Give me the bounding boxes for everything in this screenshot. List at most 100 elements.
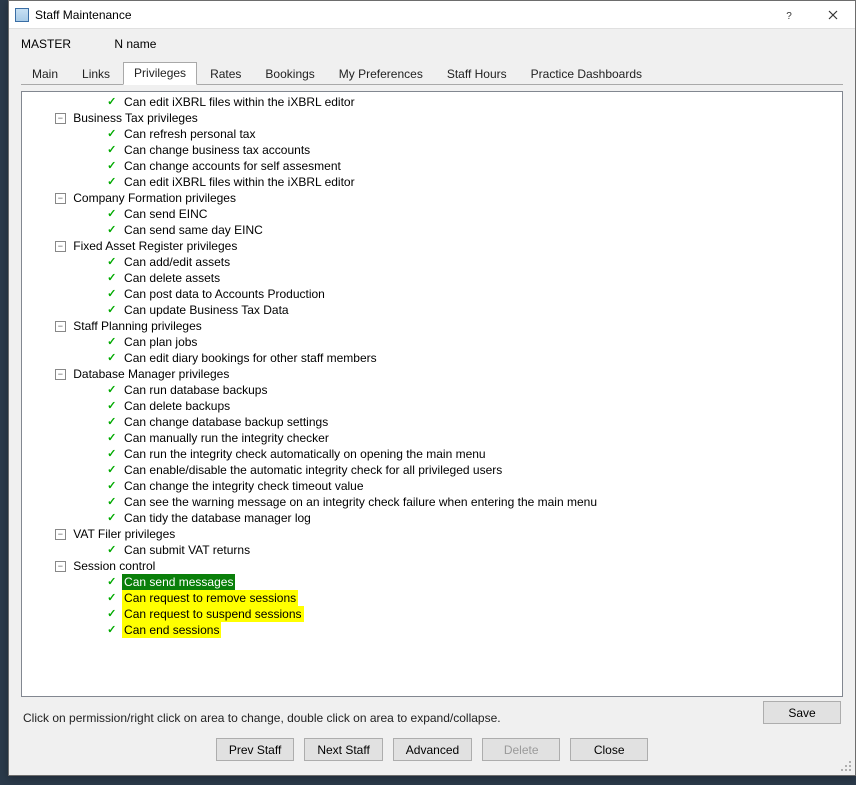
tree-item-label: Can change database backup settings xyxy=(122,414,330,430)
titlebar: Staff Maintenance ? xyxy=(9,1,855,29)
tree-group-label: VAT Filer privileges xyxy=(71,526,177,542)
tab-privileges[interactable]: Privileges xyxy=(123,62,197,85)
check-icon: ✓ xyxy=(105,94,119,110)
save-button[interactable]: Save xyxy=(763,701,841,724)
tree-item[interactable]: ✓ Can edit diary bookings for other staf… xyxy=(22,350,842,366)
tree-item[interactable]: ✓ Can tidy the database manager log xyxy=(22,510,842,526)
check-icon: ✓ xyxy=(105,574,119,590)
close-window-button[interactable] xyxy=(811,1,855,29)
tree-group-label: Company Formation privileges xyxy=(71,190,238,206)
tree-item-label: Can tidy the database manager log xyxy=(122,510,313,526)
tree-item[interactable]: ✓ Can enable/disable the automatic integ… xyxy=(22,462,842,478)
privilege-tree[interactable]: ✓ Can edit iXBRL files within the iXBRL … xyxy=(22,92,842,696)
tree-item[interactable]: ✓ Can change database backup settings xyxy=(22,414,842,430)
staff-info-row: MASTER N name xyxy=(9,29,855,55)
tree-group[interactable]: − Fixed Asset Register privileges xyxy=(22,238,842,254)
tree-group[interactable]: − Session control xyxy=(22,558,842,574)
tree-item[interactable]: ✓ Can change the integrity check timeout… xyxy=(22,478,842,494)
button-row: Prev Staff Next Staff Advanced Delete Cl… xyxy=(9,730,855,775)
hint-text: Click on permission/right click on area … xyxy=(9,705,749,727)
tree-item[interactable]: ✓ Can submit VAT returns xyxy=(22,542,842,558)
tree-item-label: Can send EINC xyxy=(122,206,209,222)
close-button[interactable]: Close xyxy=(570,738,648,761)
check-icon: ✓ xyxy=(105,174,119,190)
tab-my-preferences[interactable]: My Preferences xyxy=(328,63,434,85)
check-icon: ✓ xyxy=(105,590,119,606)
check-icon: ✓ xyxy=(105,606,119,622)
tree-item[interactable]: ✓ Can edit iXBRL files within the iXBRL … xyxy=(22,174,842,190)
tree-item-label: Can see the warning message on an integr… xyxy=(122,494,599,510)
tree-item[interactable]: ✓ Can change accounts for self assesment xyxy=(22,158,842,174)
check-icon: ✓ xyxy=(105,334,119,350)
collapse-icon[interactable]: − xyxy=(55,193,66,204)
tree-group-label: Fixed Asset Register privileges xyxy=(71,238,239,254)
tree-item[interactable]: ✓ Can refresh personal tax xyxy=(22,126,842,142)
tree-item[interactable]: ✓ Can change business tax accounts xyxy=(22,142,842,158)
tree-item[interactable]: ✓ Can end sessions xyxy=(22,622,842,638)
check-icon: ✓ xyxy=(105,446,119,462)
tree-item[interactable]: ✓ Can send messages xyxy=(22,574,842,590)
client-area: MASTER N name MainLinksPrivilegesRatesBo… xyxy=(9,29,855,775)
tree-item-label: Can edit diary bookings for other staff … xyxy=(122,350,379,366)
tree-item[interactable]: ✓ Can manually run the integrity checker xyxy=(22,430,842,446)
tree-item-label: Can delete assets xyxy=(122,270,222,286)
tab-links[interactable]: Links xyxy=(71,63,121,85)
tab-main[interactable]: Main xyxy=(21,63,69,85)
collapse-icon[interactable]: − xyxy=(55,321,66,332)
collapse-icon[interactable]: − xyxy=(55,561,66,572)
resize-grip[interactable] xyxy=(839,759,853,773)
check-icon: ✓ xyxy=(105,398,119,414)
tree-item-label: Can run the integrity check automaticall… xyxy=(122,446,488,462)
delete-button[interactable]: Delete xyxy=(482,738,560,761)
tree-item[interactable]: ✓ Can send same day EINC xyxy=(22,222,842,238)
tree-item[interactable]: ✓ Can run the integrity check automatica… xyxy=(22,446,842,462)
tree-item[interactable]: ✓ Can add/edit assets xyxy=(22,254,842,270)
tree-item[interactable]: ✓ Can delete assets xyxy=(22,270,842,286)
tree-group-label: Staff Planning privileges xyxy=(71,318,204,334)
collapse-icon[interactable]: − xyxy=(55,241,66,252)
tree-group[interactable]: − Staff Planning privileges xyxy=(22,318,842,334)
tree-item[interactable]: ✓ Can request to remove sessions xyxy=(22,590,842,606)
staff-maintenance-window: Staff Maintenance ? MASTER N name MainLi… xyxy=(8,0,856,776)
tab-strip: MainLinksPrivilegesRatesBookingsMy Prefe… xyxy=(9,55,855,84)
tree-item[interactable]: ✓ Can send EINC xyxy=(22,206,842,222)
tab-staff-hours[interactable]: Staff Hours xyxy=(436,63,518,85)
window-title: Staff Maintenance xyxy=(35,8,767,22)
tree-group-label: Session control xyxy=(71,558,157,574)
advanced-button[interactable]: Advanced xyxy=(393,738,472,761)
tree-item[interactable]: ✓ Can edit iXBRL files within the iXBRL … xyxy=(22,94,842,110)
collapse-icon[interactable]: − xyxy=(55,529,66,540)
staff-name: N name xyxy=(114,37,156,51)
tab-bookings[interactable]: Bookings xyxy=(254,63,325,85)
help-button[interactable]: ? xyxy=(767,1,811,29)
tab-rates[interactable]: Rates xyxy=(199,63,252,85)
privilege-tree-box: ✓ Can edit iXBRL files within the iXBRL … xyxy=(21,91,843,697)
check-icon: ✓ xyxy=(105,382,119,398)
tree-group[interactable]: − Company Formation privileges xyxy=(22,190,842,206)
check-icon: ✓ xyxy=(105,222,119,238)
tree-item-label: Can edit iXBRL files within the iXBRL ed… xyxy=(122,174,357,190)
tree-group[interactable]: − VAT Filer privileges xyxy=(22,526,842,542)
collapse-icon[interactable]: − xyxy=(55,113,66,124)
tree-item-label: Can manually run the integrity checker xyxy=(122,430,331,446)
check-icon: ✓ xyxy=(105,286,119,302)
next-staff-button[interactable]: Next Staff xyxy=(304,738,382,761)
check-icon: ✓ xyxy=(105,510,119,526)
staff-code: MASTER xyxy=(21,37,111,51)
tree-item[interactable]: ✓ Can request to suspend sessions xyxy=(22,606,842,622)
tree-group-label: Database Manager privileges xyxy=(71,366,231,382)
tab-practice-dashboards[interactable]: Practice Dashboards xyxy=(520,63,653,85)
tree-item[interactable]: ✓ Can update Business Tax Data xyxy=(22,302,842,318)
tree-group[interactable]: − Database Manager privileges xyxy=(22,366,842,382)
tree-item[interactable]: ✓ Can post data to Accounts Production xyxy=(22,286,842,302)
check-icon: ✓ xyxy=(105,494,119,510)
tree-item[interactable]: ✓ Can see the warning message on an inte… xyxy=(22,494,842,510)
tree-item[interactable]: ✓ Can plan jobs xyxy=(22,334,842,350)
app-icon xyxy=(15,8,29,22)
tree-item[interactable]: ✓ Can delete backups xyxy=(22,398,842,414)
tree-item-label: Can end sessions xyxy=(122,622,221,638)
collapse-icon[interactable]: − xyxy=(55,369,66,380)
prev-staff-button[interactable]: Prev Staff xyxy=(216,738,294,761)
tree-group[interactable]: − Business Tax privileges xyxy=(22,110,842,126)
tree-item[interactable]: ✓ Can run database backups xyxy=(22,382,842,398)
